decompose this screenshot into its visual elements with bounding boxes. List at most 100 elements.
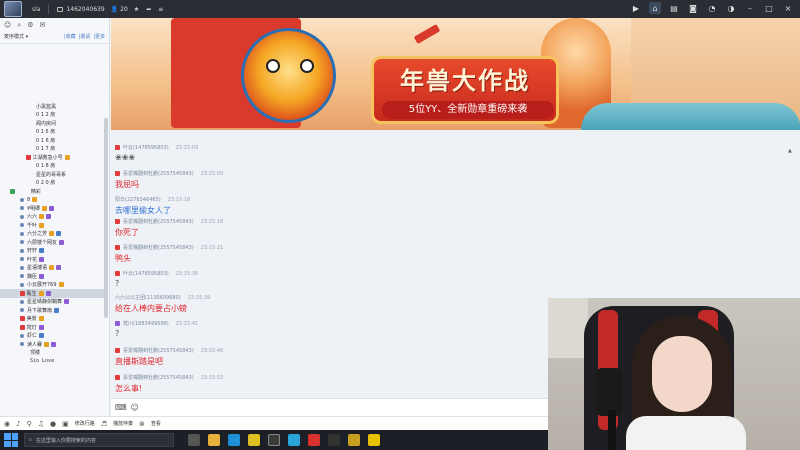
user-row[interactable]: 叶花	[0, 255, 104, 264]
play-accompaniment-button[interactable]: 播放伴奏	[113, 420, 133, 427]
sender-name[interactable]: 叶云(1478595803)	[123, 144, 169, 151]
chat-input[interactable]	[142, 400, 548, 415]
home-icon[interactable]: ⌂	[649, 2, 661, 14]
minimize-icon[interactable]: –	[744, 2, 756, 14]
skin-icon[interactable]: ◑	[725, 2, 737, 14]
sender-name[interactable]: 喜爱嘴翻到杜鹏(2557545843)	[123, 374, 194, 381]
app-icon[interactable]	[288, 434, 300, 446]
tree-item-label: 星星的哥哥系	[36, 171, 67, 178]
mic-icon[interactable]: ⚲	[27, 420, 32, 428]
video-icon[interactable]: ▶	[630, 2, 642, 14]
search-icon[interactable]: ⌕	[17, 21, 21, 30]
user-row[interactable]: 六六	[0, 213, 104, 222]
app-icon[interactable]	[328, 434, 340, 446]
link-invite[interactable]: |邀请	[79, 33, 91, 40]
user-row[interactable]: ¥明卿	[0, 204, 104, 213]
close-icon[interactable]: ×	[782, 2, 794, 14]
user-row[interactable]: 梵灯	[0, 323, 104, 332]
link-favorite[interactable]: |收藏	[64, 33, 76, 40]
tree-item[interactable]: 0 1 7 房	[0, 145, 104, 154]
headset-icon[interactable]: ♫	[38, 420, 44, 428]
user-icon[interactable]: ☺	[4, 21, 11, 30]
sender-name[interactable]: 喜爱嘴翻到杜鹏(2557545843)	[123, 170, 194, 177]
app-icon[interactable]	[308, 434, 320, 446]
music-icon[interactable]: ♬	[101, 420, 107, 428]
user-row[interactable]: 六分之芳	[0, 230, 104, 239]
sender-name[interactable]: 梵川(1883499598)	[123, 320, 169, 327]
member-icon	[115, 321, 120, 326]
sender-name[interactable]: 六六公公主团(1130609680)	[115, 294, 181, 301]
online-count: 👤 20	[111, 6, 128, 13]
tree-item[interactable]: 0 1 8 房	[0, 162, 104, 171]
user-row[interactable]: 星星晴静剑鞘舞	[0, 298, 104, 307]
crown-icon	[115, 145, 120, 150]
tree-item[interactable]: 0 1 5 房	[0, 128, 104, 137]
badge-icon	[32, 197, 38, 203]
list-icon[interactable]: ▤	[668, 2, 680, 14]
message-text: 怎么事!	[115, 384, 143, 393]
game-icon[interactable]: ◙	[687, 2, 699, 14]
app-icon[interactable]	[268, 434, 280, 446]
user-row-selected[interactable]: 甄生	[0, 289, 104, 298]
folder-icon[interactable]	[208, 434, 220, 446]
tree-item[interactable]: 江湖救急小号	[0, 153, 104, 162]
taskview-icon[interactable]	[188, 434, 200, 446]
speaker-icon[interactable]: ♪	[16, 420, 20, 428]
scroll-up-icon[interactable]: ▲	[788, 148, 794, 154]
star-icon[interactable]: ★	[134, 6, 139, 13]
menu-icon[interactable]: ≡	[158, 6, 163, 13]
share-icon[interactable]: ➦	[146, 6, 151, 13]
box-icon[interactable]: ▣	[62, 420, 69, 428]
channel-id-text: 1462040639	[66, 5, 105, 13]
link-more[interactable]: |更多	[93, 33, 105, 40]
user-row[interactable]: 星语博语	[0, 264, 104, 273]
sender-name[interactable]: 阳日(2276346465)	[115, 196, 161, 203]
app-icon[interactable]: ◉	[4, 420, 10, 428]
maximize-icon[interactable]: □	[763, 2, 775, 14]
view-button[interactable]: 查看	[151, 420, 161, 427]
user-row[interactable]: 读人賽	[0, 340, 104, 349]
badge-icon	[46, 214, 52, 220]
emoji-icon[interactable]: ☺	[131, 403, 139, 412]
user-row[interactable]: 六层楼个网友	[0, 238, 104, 247]
tree-item[interactable]: 0 1 6 房	[0, 136, 104, 145]
settings-icon[interactable]: ⚙	[27, 21, 33, 30]
app-icon[interactable]	[248, 434, 260, 446]
gamepad-icon[interactable]: ⌨	[115, 403, 127, 412]
tree-item[interactable]: 0 2 0 房	[0, 179, 104, 188]
modify-route-button[interactable]: 修改行路	[75, 420, 95, 427]
tree-item[interactable]: 小黑蓝黑	[0, 102, 104, 111]
taskbar-search[interactable]: ⌕ 在这里输入你要搜索的内容	[24, 433, 174, 447]
tree-item[interactable]: 阁内房间	[0, 119, 104, 128]
record-icon[interactable]: ●	[50, 420, 56, 428]
mic-arm	[608, 410, 616, 450]
user-row[interactable]: 魏臣	[0, 272, 104, 281]
event-banner[interactable]: 年兽大作战 5位YY、全新勋章重磅来袭	[111, 18, 800, 130]
tree-item[interactable]: 0 1 2 房	[0, 111, 104, 120]
store-icon[interactable]	[228, 434, 240, 446]
start-icon[interactable]	[4, 433, 18, 447]
avatar[interactable]	[4, 1, 22, 17]
sender-name[interactable]: 叶云(1478595803)	[123, 270, 169, 277]
user-name: 甄生	[26, 290, 37, 297]
user-row[interactable]: 美景	[0, 315, 104, 324]
user-row[interactable]: 虾仁	[0, 332, 104, 341]
tree-item[interactable]: 精彩	[0, 187, 104, 196]
app-icon[interactable]	[368, 434, 380, 446]
message-meta: 喜爱嘴翻到杜鹏(2557545843) 23:15:48	[115, 347, 223, 354]
sender-name[interactable]: 喜爱嘴翻到杜鹏(2557545843)	[123, 347, 194, 354]
user-row[interactable]: 千叶	[0, 221, 104, 230]
bell-icon[interactable]: ◔	[706, 2, 718, 14]
user-row[interactable]: 小云展开769	[0, 281, 104, 290]
user-row[interactable]: 月下歌舞扇	[0, 306, 104, 315]
sender-name[interactable]: 喜爱嘴翻到杜鹏(2557545843)	[123, 244, 194, 251]
left-scrollbar[interactable]	[104, 118, 108, 318]
user-row[interactable]: 轩轩	[0, 247, 104, 256]
sender-name[interactable]: 喜爱嘴翻到杜鹏(2557545843)	[123, 218, 194, 225]
mail-icon[interactable]: ✉	[40, 21, 46, 30]
tree-item[interactable]: 星星的哥哥系	[0, 170, 104, 179]
view-icon[interactable]: ⊗	[139, 420, 145, 428]
yy-icon[interactable]	[348, 434, 360, 446]
mode-select[interactable]: 麦序模式 ▾	[4, 33, 28, 40]
user-row[interactable]: 8	[0, 196, 104, 205]
